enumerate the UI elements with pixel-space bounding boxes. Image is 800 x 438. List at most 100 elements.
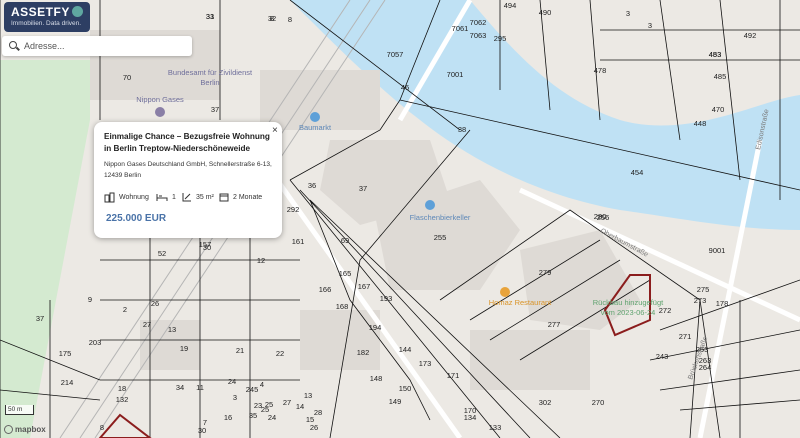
parcel-number: 292 — [287, 205, 300, 214]
parcel-number: 13 — [304, 391, 312, 400]
parcel-number: 490 — [539, 8, 552, 17]
parcel-number: 30 — [198, 426, 206, 435]
parcel-number: 23 — [254, 401, 262, 410]
area-icon — [182, 193, 191, 202]
parcel-number: 270 — [592, 398, 605, 407]
parcel-number: 24 — [268, 413, 276, 422]
parcel-number: 15 — [306, 415, 314, 424]
parcel-number: 264 — [699, 363, 712, 372]
parcel-number: 149 — [389, 397, 402, 406]
parcel-number: 7001 — [447, 70, 464, 79]
scale-bar: 50 m — [5, 405, 34, 415]
feature-type: Wohnung — [104, 191, 149, 203]
search-input[interactable] — [24, 39, 184, 53]
parcel-number: 52 — [158, 249, 166, 258]
parcel-number: 454 — [631, 168, 644, 177]
parcel-number: 32 — [268, 14, 276, 23]
bed-icon — [156, 194, 168, 201]
parcel-number: 150 — [399, 384, 412, 393]
restaurant-poi-icon[interactable] — [500, 287, 510, 297]
feature-type-text: Wohnung — [119, 193, 149, 201]
parcel-number: 26 — [310, 423, 318, 432]
feature-rooms-text: 1 — [172, 193, 176, 201]
poi-label: Berlin — [200, 78, 219, 87]
poi-label: Homaz Restaurant — [489, 298, 552, 307]
parcel-number: 272 — [659, 306, 672, 315]
parcel-number: 243 — [656, 352, 669, 361]
poi-label: Baumarkt — [299, 123, 332, 132]
parcel-number: 8 — [100, 423, 104, 432]
parcel-number: 21 — [236, 346, 244, 355]
parcel-number: 182 — [357, 348, 370, 357]
property-type-icon — [104, 192, 115, 202]
parcel-number: 70 — [123, 73, 131, 82]
parcel-number: 3 — [648, 21, 652, 30]
search-icon — [9, 41, 17, 49]
parcel-number: 245 — [246, 385, 259, 394]
parcel-number: 30 — [203, 243, 211, 252]
parcel-number: 8 — [288, 15, 292, 24]
food-poi-icon[interactable] — [425, 200, 435, 210]
parcel-number: 144 — [399, 345, 412, 354]
parcel-number: 165 — [339, 269, 352, 278]
parcel-number: 470 — [712, 105, 725, 114]
listing-popup[interactable]: × Einmalige Chance – Bezugsfreie Wohnung… — [94, 122, 282, 238]
parcel-number: 7061 — [452, 24, 469, 33]
brand-logo[interactable]: ASSETFY Immobilien. Data driven. — [4, 2, 90, 32]
parcel-number: 7057 — [387, 50, 404, 59]
mapbox-attribution[interactable]: mapbox — [4, 425, 46, 434]
parcel-number: 24 — [228, 377, 236, 386]
parcel-number: 14 — [296, 402, 304, 411]
search-bar[interactable] — [2, 36, 192, 56]
parcel-number: 277 — [548, 320, 561, 329]
parcel-number: 175 — [59, 349, 72, 358]
parcel-number: 171 — [447, 371, 460, 380]
parcel-number: 494 — [504, 1, 517, 10]
listing-price: 225.000 EUR — [106, 213, 167, 224]
parcel-number: 178 — [716, 299, 729, 308]
listing-address: Nippon Gases Deutschland GmbH, Schneller… — [104, 161, 272, 179]
office-poi-icon[interactable] — [155, 107, 165, 117]
parcel-number: 37 — [211, 105, 219, 114]
parcel-number: 46 — [401, 83, 409, 92]
mapbox-logo-icon — [4, 425, 13, 434]
parcel-number: 167 — [358, 282, 371, 291]
parcel-number: 37 — [359, 184, 367, 193]
parcel-number: 478 — [594, 66, 607, 75]
parcel-number: 273 — [694, 296, 707, 305]
parcel-number: 255 — [434, 233, 447, 242]
poi-label: Rückbau hinzugefügt — [593, 298, 664, 307]
poi-label: vom 2023-06-24 — [601, 308, 656, 317]
parcel-number: 27 — [143, 320, 151, 329]
feature-duration-text: 2 Monate — [233, 193, 263, 201]
parcel-number: 271 — [679, 332, 692, 341]
parcel-number: 16 — [224, 413, 232, 422]
parcel-number: 295 — [494, 34, 507, 43]
parcel-number: 148 — [370, 374, 383, 383]
shop-poi-icon[interactable] — [310, 112, 320, 122]
parcel-number: 36 — [308, 181, 316, 190]
parcel-number: 37 — [36, 314, 44, 323]
feature-area-text: 35 m² — [196, 193, 214, 201]
parcel-number: 34 — [176, 383, 184, 392]
parcel-number: 3 — [626, 9, 630, 18]
poi-label: Bundesamt für Zivildienst — [168, 68, 253, 77]
parcel-number: 448 — [694, 119, 707, 128]
parcel-number: 38 — [458, 125, 466, 134]
parcel-number: 492 — [744, 31, 757, 40]
parcel-number: 194 — [369, 323, 382, 332]
parcel-number: 302 — [539, 398, 552, 407]
parcel-number: 9001 — [709, 246, 726, 255]
parcel-number: 275 — [697, 285, 710, 294]
parcel-number: 168 — [336, 302, 349, 311]
parcel-number: 28 — [314, 408, 322, 417]
parcel-number: 173 — [419, 359, 432, 368]
poi-label: Nippon Gases — [136, 95, 184, 104]
brand-tagline: Immobilien. Data driven. — [11, 20, 82, 27]
parcel-number: 453 — [709, 50, 722, 59]
feature-rooms: 1 — [156, 191, 176, 203]
parcel-number: 27 — [283, 398, 291, 407]
parcel-number: 22 — [276, 349, 284, 358]
parcel-number: 2 — [123, 305, 127, 314]
parcel-number: 7063 — [470, 31, 487, 40]
